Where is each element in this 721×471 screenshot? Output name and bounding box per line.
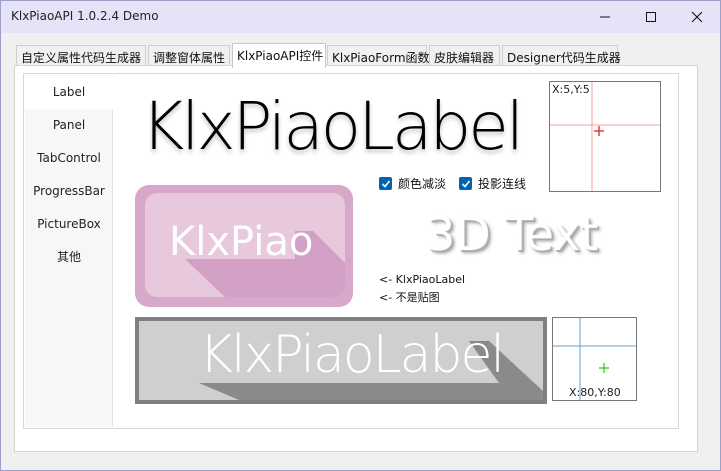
shadow-offset-picker-bottom[interactable]: X:80,Y:80 <box>552 317 637 401</box>
sidebar-item-tabcontrol[interactable]: TabControl <box>25 142 113 175</box>
tab-klxpiao-controls[interactable]: KlxPiaoAPI控件 <box>232 43 326 68</box>
note-not-image: <- 不是贴图 <box>379 291 440 304</box>
tab-klxpiaoform-functions[interactable]: KlxPiaoForm函数 <box>327 45 430 67</box>
content-panel: Label Panel TabControl ProgressBar Pictu… <box>23 73 679 429</box>
maximize-icon <box>646 12 656 22</box>
tab-page: Label Panel TabControl ProgressBar Pictu… <box>14 65 698 452</box>
checkbox-shadow-link[interactable]: 投影连线 <box>459 175 526 192</box>
sidebar: Label Panel TabControl ProgressBar Pictu… <box>25 75 113 427</box>
pink-label-face: KlxPiao <box>145 193 345 297</box>
title-bar[interactable]: KlxPiaoAPI 1.0.2.4 Demo <box>1 1 720 33</box>
gray-label-text: KlxPiaoLabel <box>199 325 505 385</box>
coord-readout-bottom: X:80,Y:80 <box>569 386 621 399</box>
tab-custom-property-codegen[interactable]: 自定义属性代码生成器 <box>16 45 146 67</box>
maximize-button[interactable] <box>628 1 674 33</box>
checkbox-shadow-link-label: 投影连线 <box>478 177 527 191</box>
minimize-button[interactable] <box>582 1 628 33</box>
checkbox-color-fade-label: 颜色减淡 <box>398 177 447 191</box>
checkbox-checked-icon <box>379 177 392 190</box>
sidebar-item-label[interactable]: Label <box>25 76 113 109</box>
coord-readout-top: X:5,Y:5 <box>552 83 590 96</box>
sidebar-item-other[interactable]: 其他 <box>25 241 113 274</box>
pink-long-shadow-label: KlxPiao <box>135 185 353 307</box>
tab-designer-codegen[interactable]: Designer代码生成器 <box>502 45 621 67</box>
app-window: KlxPiaoAPI 1.0.2.4 Demo 自定义属性代码生成器 调整窗体属… <box>0 0 721 471</box>
gray-long-shadow-label: KlxPiaoLabel <box>135 317 547 404</box>
note-klxpiao-label: <- KlxPiaoLabel <box>379 273 466 286</box>
checkbox-checked-icon <box>459 177 472 190</box>
sidebar-item-picturebox[interactable]: PictureBox <box>25 208 113 241</box>
text-3d-label: 3D Text <box>426 207 599 261</box>
tab-adjust-form[interactable]: 调整窗体属性 <box>148 45 230 67</box>
sidebar-item-progressbar[interactable]: ProgressBar <box>25 175 113 208</box>
minimize-icon <box>600 16 610 18</box>
shadow-offset-picker-top[interactable]: X:5,Y:5 <box>549 81 661 192</box>
close-button[interactable] <box>674 1 720 33</box>
close-icon <box>691 11 703 23</box>
window-title: KlxPiaoAPI 1.0.2.4 Demo <box>11 9 159 23</box>
checkbox-color-fade[interactable]: 颜色减淡 <box>379 175 446 192</box>
tab-skin-editor[interactable]: 皮肤编辑器 <box>429 45 500 67</box>
sidebar-item-panel[interactable]: Panel <box>25 109 113 142</box>
big-klxpiao-label: KlxPiaoLabel <box>141 88 524 165</box>
crosshair-red-icon <box>550 82 660 191</box>
pink-label-text: KlxPiao <box>169 219 314 265</box>
